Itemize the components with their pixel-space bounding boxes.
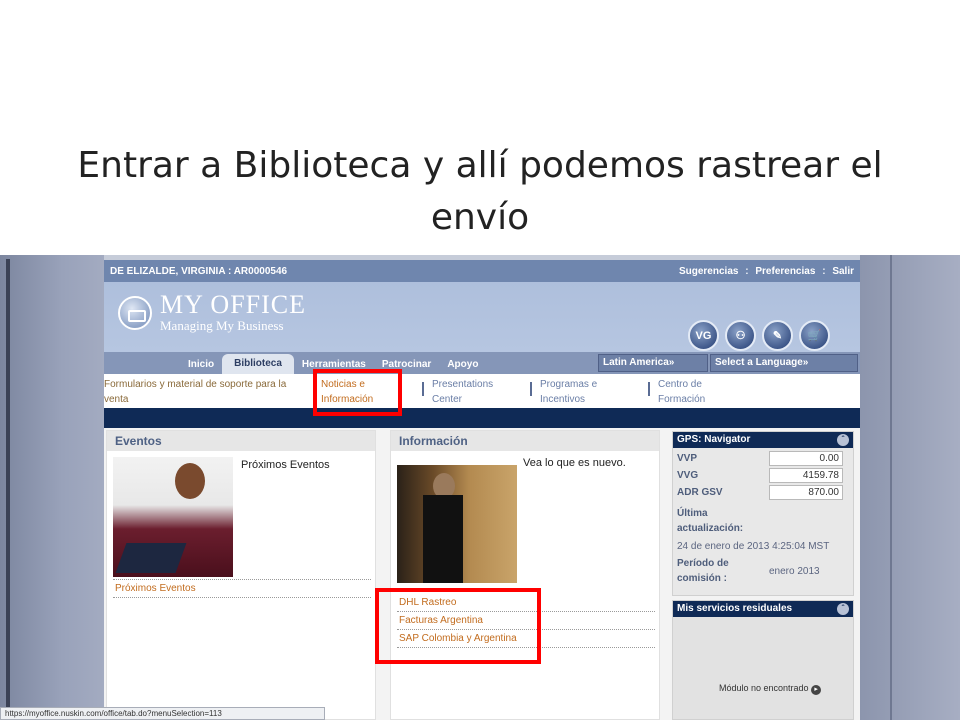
highlight-dhl-links-box <box>375 588 541 664</box>
eventos-photo <box>113 457 233 577</box>
main-nav: Inicio Biblioteca Herramientas Patrocina… <box>104 352 860 374</box>
gps-header: GPS: Navigator ˆ <box>673 432 853 448</box>
preferences-link[interactable]: Preferencias <box>755 266 815 277</box>
residuales-message: Módulo no encontrado ▸ <box>719 683 822 695</box>
user-links: Sugerencias : Preferencias : Salir <box>678 265 854 277</box>
proximos-eventos-link[interactable]: Próximos Eventos <box>115 583 196 594</box>
logo-title: MY OFFICE <box>160 290 307 319</box>
vvp-value: 0.00 <box>769 451 843 466</box>
user-bar: DE ELIZALDE, VIRGINIA : AR0000546 Sugere… <box>104 260 860 282</box>
people-icon[interactable]: ⚇ <box>725 320 756 351</box>
eventos-caption: Próximos Eventos <box>241 459 330 471</box>
header-banner: MY OFFICE Managing My Business VG ⚇ ✎ 🛒 <box>104 282 860 352</box>
collapse-icon[interactable]: ˆ <box>837 434 849 446</box>
gps-navigator-panel: GPS: Navigator ˆ VVP 0.00 VVG 4159.78 AD… <box>672 431 854 596</box>
region-select[interactable]: Latin America» <box>598 354 708 372</box>
vvg-label: VVG <box>677 470 699 481</box>
eventos-panel: Eventos Próximos Eventos Próximos Evento… <box>106 430 376 720</box>
subnav-divider <box>648 382 650 396</box>
tools-icon[interactable]: ✎ <box>762 320 793 351</box>
biblioteca-subnav: Formularios y material de soporte para l… <box>104 374 860 408</box>
tab-inicio[interactable]: Inicio <box>180 356 222 374</box>
subnav-programas[interactable]: Programas e Incentivos <box>540 377 597 407</box>
subnav-divider <box>422 382 424 396</box>
informacion-caption: Vea lo que es nuevo. <box>523 457 626 469</box>
subnav-divider-bar <box>104 408 860 428</box>
language-select[interactable]: Select a Language» <box>710 354 858 372</box>
subnav-formacion[interactable]: Centro de Formación <box>658 377 705 407</box>
header-icon-group: VG ⚇ ✎ 🛒 <box>688 320 830 351</box>
user-name: DE ELIZALDE, VIRGINIA : AR0000546 <box>110 265 288 277</box>
arrow-right-icon: ▸ <box>811 685 822 695</box>
suggestions-link[interactable]: Sugerencias <box>679 266 738 277</box>
residuales-header: Mis servicios residuales ˆ <box>673 601 853 617</box>
updated-label-2: actualización: <box>677 523 744 534</box>
tab-biblioteca[interactable]: Biblioteca <box>222 354 294 374</box>
informacion-panel: Información Vea lo que es nuevo. DHL Ras… <box>390 430 660 720</box>
adr-gsv-value: 870.00 <box>769 485 843 500</box>
informacion-photo <box>397 465 517 583</box>
briefcase-icon <box>118 295 152 330</box>
updated-label-1: Última <box>677 508 708 519</box>
collapse-icon[interactable]: ˆ <box>837 603 849 615</box>
logout-link[interactable]: Salir <box>832 266 854 277</box>
right-background <box>860 255 960 720</box>
period-label-2: comisión : <box>677 573 728 584</box>
residuales-panel: Mis servicios residuales ˆ Módulo no enc… <box>672 600 854 720</box>
adr-gsv-label: ADR GSV <box>677 487 723 498</box>
cart-icon[interactable]: 🛒 <box>799 320 830 351</box>
highlight-noticias-box <box>313 369 402 416</box>
subnav-formularios[interactable]: Formularios y material de soporte para l… <box>104 377 286 407</box>
vvg-value: 4159.78 <box>769 468 843 483</box>
updated-value: 24 de enero de 2013 4:25:04 MST <box>677 541 830 552</box>
period-label-1: Período de <box>677 558 729 569</box>
left-background <box>0 255 104 720</box>
eventos-header: Eventos <box>107 431 375 451</box>
tab-apoyo[interactable]: Apoyo <box>439 356 486 374</box>
period-value: enero 2013 <box>769 566 820 577</box>
myoffice-logo[interactable]: MY OFFICE Managing My Business <box>118 292 306 333</box>
vvp-label: VVP <box>677 453 698 464</box>
logo-subtitle: Managing My Business <box>160 318 284 333</box>
informacion-header: Información <box>391 431 659 451</box>
subnav-divider <box>530 382 532 396</box>
slide-title: Entrar a Biblioteca y allí podemos rastr… <box>77 145 883 238</box>
browser-status-url: https://myoffice.nuskin.com/office/tab.d… <box>0 707 325 720</box>
subnav-presentations[interactable]: Presentations Center <box>432 377 493 407</box>
vg-icon[interactable]: VG <box>688 320 719 351</box>
